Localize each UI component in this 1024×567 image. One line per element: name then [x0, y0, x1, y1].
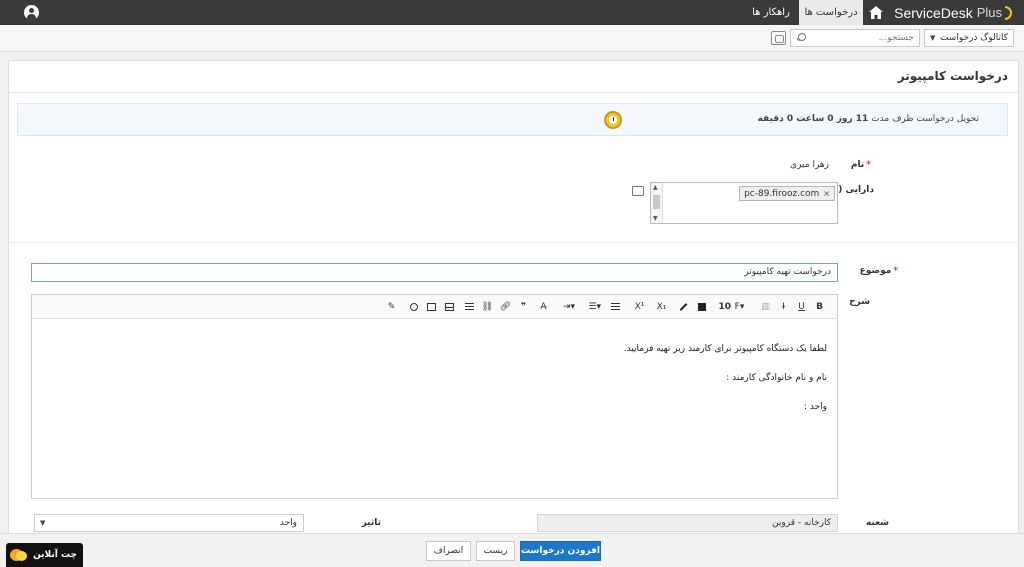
search-input[interactable]: جستجو... [790, 29, 920, 47]
chart-icon[interactable]: ▥ [760, 299, 771, 314]
description-line-3: واحد : [803, 402, 827, 412]
catalog-label: کاتالوگ درخواست [939, 33, 1008, 43]
impact-dropdown[interactable]: واحد ▼ [34, 514, 304, 532]
image-button[interactable] [426, 299, 437, 314]
description-editor[interactable]: B U I ▥ F ▾ 10 X₁ X¹ ☰▾ ⇥▾ A̶ ❞ 🔗︎ ⛓︎ ✎ ل… [31, 294, 838, 499]
description-label: شرح [849, 297, 870, 307]
link-button[interactable]: 🔗︎ [500, 299, 511, 314]
paint-format-button[interactable]: ✎ [386, 299, 397, 314]
clock-icon [604, 111, 622, 129]
unlink-button[interactable]: ⛓︎ [482, 299, 493, 314]
request-form-panel: درخواست کامپیوتر تحویل درخواست ظرف مدت 1… [8, 60, 1020, 567]
superscript-button[interactable]: X¹ [634, 299, 645, 314]
search-icon[interactable] [796, 33, 806, 43]
section-divider [9, 242, 1020, 243]
bold-button[interactable]: B [814, 299, 825, 314]
required-marker: * [866, 160, 871, 170]
asset-chip-label: pc-89.firooz.com [744, 188, 820, 199]
chevron-down-icon: ▼ [40, 519, 46, 527]
required-marker: * [893, 266, 898, 276]
quote-button[interactable]: ❞ [518, 299, 529, 314]
cancel-button[interactable]: انصراف [426, 541, 471, 561]
search-placeholder: جستجو... [878, 33, 914, 43]
name-label-text: نام [850, 160, 865, 170]
smile-icon [409, 302, 418, 311]
horizontal-rule-button[interactable] [464, 299, 475, 314]
align-icon [611, 303, 620, 310]
assets-field[interactable]: pc-89.firooz.com × ▲ ▼ [650, 182, 838, 224]
highlight-button[interactable] [678, 299, 689, 314]
underline-button[interactable]: U [796, 299, 807, 314]
indent-button[interactable]: ⇥▾ [563, 299, 575, 314]
text-color-button[interactable] [696, 299, 707, 314]
align-button[interactable] [610, 299, 621, 314]
assets-scrollbar[interactable]: ▲ ▼ [651, 183, 663, 223]
remove-asset-icon[interactable]: × [823, 189, 830, 198]
home-button[interactable] [863, 0, 889, 25]
tab-requests[interactable]: درخواست ها [799, 0, 863, 25]
scroll-down-icon[interactable]: ▼ [653, 215, 658, 222]
scan-icon[interactable] [771, 31, 786, 45]
scroll-up-icon[interactable]: ▲ [653, 184, 658, 191]
color-swatch-icon [697, 302, 706, 311]
page-title: درخواست کامپیوتر [897, 69, 1008, 83]
emoji-button[interactable] [408, 299, 419, 314]
home-icon [869, 6, 883, 19]
search-toolbar: کاتالوگ درخواست ▼ جستجو... [0, 25, 1024, 52]
sla-text: تحویل درخواست ظرف مدت 11 روز 0 ساعت 0 دق… [758, 114, 979, 124]
editor-content[interactable]: لطفا یک دستگاه کامپیوتر برای کارمند زیر … [624, 335, 827, 422]
branch-label: شعبه [865, 518, 889, 528]
image-icon [427, 302, 436, 311]
editor-toolbar: B U I ▥ F ▾ 10 X₁ X¹ ☰▾ ⇥▾ A̶ ❞ 🔗︎ ⛓︎ ✎ [32, 295, 837, 319]
clear-format-button[interactable]: A̶ [538, 299, 549, 314]
name-label: *نام [851, 160, 871, 170]
tab-solutions[interactable]: راهکار ها [743, 0, 799, 25]
brand-suffix: Plus [976, 5, 1002, 20]
brand-logo[interactable]: ServiceDesk Plus [894, 0, 1012, 25]
chat-bubble-icon [10, 548, 28, 563]
table-icon [445, 302, 454, 311]
chevron-down-icon: ▼ [930, 34, 936, 42]
subject-input[interactable]: درخواست تهیه کامپیوتر [31, 263, 838, 282]
description-line-1: لطفا یک دستگاه کامپیوتر برای کارمند زیر … [623, 344, 827, 354]
impact-value: واحد [279, 518, 297, 528]
user-profile-icon[interactable] [24, 5, 39, 20]
pen-icon [679, 302, 688, 311]
asset-chip[interactable]: pc-89.firooz.com × [739, 186, 835, 201]
name-value: زهرا میری [790, 160, 829, 170]
sla-notice: تحویل درخواست ظرف مدت 11 روز 0 ساعت 0 دق… [17, 103, 1008, 136]
sla-prefix: تحویل درخواست ظرف مدت [871, 114, 979, 124]
top-navigation-bar: ServiceDesk Plus درخواست ها راهکار ها [0, 0, 1024, 25]
asset-picker-icon[interactable] [632, 186, 644, 196]
strikethrough-button[interactable]: I [778, 299, 789, 314]
add-request-button[interactable]: افزودن درخواست [520, 541, 601, 561]
panel-header: درخواست کامپیوتر [9, 61, 1018, 93]
request-catalog-dropdown[interactable]: کاتالوگ درخواست ▼ [924, 29, 1014, 47]
subject-label-text: موضوع [859, 266, 892, 276]
impact-label: تاثیر [361, 518, 381, 528]
font-size-select[interactable]: 10 [718, 299, 731, 314]
online-chat-widget[interactable]: چت آنلاین [6, 543, 83, 567]
reset-button[interactable]: ریست [476, 541, 515, 561]
form-footer: افزودن درخواست ریست انصراف [0, 533, 1024, 567]
description-line-2: نام و نام خانوادگی کارمند : [726, 373, 827, 383]
branch-field: کارخانه - قزوین [537, 514, 838, 532]
subject-label: *موضوع [860, 266, 898, 276]
brand-arc-icon [1005, 5, 1012, 20]
table-button[interactable] [444, 299, 455, 314]
sla-duration: 11 روز 0 ساعت 0 دقیقه [757, 114, 869, 124]
brand-name: ServiceDesk [894, 4, 973, 21]
font-button[interactable]: F ▾ [734, 299, 745, 314]
font-button-label: F [734, 301, 740, 312]
subscript-button[interactable]: X₁ [656, 299, 667, 314]
chat-label: چت آنلاین [33, 550, 77, 560]
horizontal-rule-icon [465, 303, 474, 310]
list-button[interactable]: ☰▾ [588, 299, 601, 314]
